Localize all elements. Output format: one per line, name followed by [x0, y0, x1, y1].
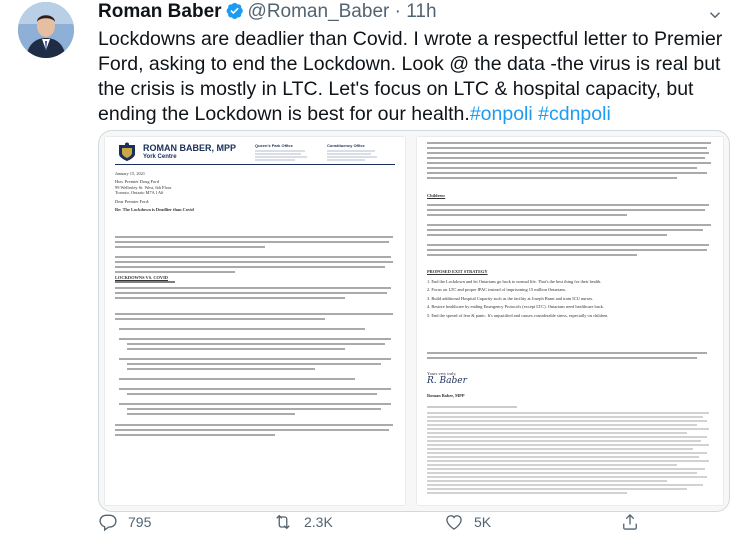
reply-action[interactable]: 795: [98, 512, 151, 532]
signature: R. Baber: [427, 376, 467, 386]
letterhead-name: ROMAN BABER, MPP: [143, 143, 237, 153]
office-1-title: Queen's Park Office: [255, 143, 293, 148]
closing-paragraph-lines: [427, 352, 707, 359]
exit-item-1: 1. End the Lockdown and let Ontarians go…: [427, 279, 602, 284]
letter-page-1: ROMAN BABER, MPP York Centre Queen's Par…: [105, 137, 405, 505]
letter-closing: Yours very truly,: [427, 371, 457, 376]
salutation: Dear Premier Ford:: [115, 198, 150, 204]
like-icon[interactable]: [444, 512, 464, 532]
re-line: Re: The Lockdown is Deadlier than Covid: [115, 207, 194, 213]
letterhead-rule: [115, 164, 395, 165]
section-children: Children:: [427, 193, 446, 198]
letter-heading-block: January 15, 2021 Hon. Premier Doug Ford …: [115, 171, 395, 215]
exit-item-2: 2. Focus on LTC and proper IPAC instead …: [427, 287, 567, 293]
like-action[interactable]: 5K: [444, 512, 491, 532]
hashtag-onpoli[interactable]: #onpoli: [470, 103, 533, 125]
tweet-body: Lockdowns are deadlier than Covid. I wro…: [98, 28, 723, 125]
letter-page-2: Children: PROPOSED EXIT STRATEGY 1. End …: [417, 137, 723, 505]
retweet-icon[interactable]: [272, 512, 294, 532]
tweet-text: Lockdowns are deadlier than Covid. I wro…: [98, 27, 728, 127]
retweet-count: 2.3K: [304, 514, 333, 530]
author-name[interactable]: Roman Baber: [98, 1, 222, 22]
reply-icon[interactable]: [98, 512, 118, 532]
hashtag-cdnpoli[interactable]: #cdnpoli: [538, 103, 611, 125]
letter-date: January 15, 2021: [115, 171, 146, 176]
exit-item-4: 4. Restore healthcare by ending Emergenc…: [427, 304, 604, 310]
footnotes-lines: [427, 406, 709, 494]
letter-image[interactable]: ROMAN BABER, MPP York Centre Queen's Par…: [98, 130, 730, 512]
children-paragraph-lines: [427, 204, 711, 256]
retweet-action[interactable]: 2.3K: [272, 512, 333, 532]
signoff-name: Roman Baber, MPP: [427, 393, 465, 398]
exit-item-3: 3. Build additional Hospital Capacity su…: [427, 295, 594, 301]
tweet-actions: 795 2.3K 5K: [98, 512, 728, 534]
constituency-office: Constituency Office: [327, 143, 382, 164]
reply-count: 795: [128, 514, 152, 530]
verified-badge-icon: [225, 1, 244, 26]
letterhead-riding: York Centre: [143, 154, 177, 160]
share-icon[interactable]: [620, 512, 640, 532]
share-action[interactable]: [620, 512, 640, 532]
section-exit-strategy: PROPOSED EXIT STRATEGY: [427, 269, 488, 274]
like-count: 5K: [474, 514, 492, 530]
office-2-title: Constituency Office: [327, 143, 365, 148]
exit-item-5: 5. End the spread of fear & panic. It's …: [427, 312, 609, 318]
queens-park-office: Queen's Park Office: [255, 143, 310, 164]
addressee-3: Toronto, Ontario M7A 1A6: [115, 190, 164, 196]
author-handle[interactable]: @Roman_Baber: [248, 1, 390, 22]
tweet-timestamp[interactable]: 11h: [406, 1, 436, 22]
crest-icon: [119, 142, 135, 161]
separator-dot: ·: [394, 1, 401, 22]
avatar[interactable]: [18, 2, 74, 58]
section-lockdowns-vs-covid: LOCKDOWNS VS. COVID: [115, 275, 168, 280]
page-2-intro-lines: [427, 142, 711, 179]
exit-strategy-list: 1. End the Lockdown and let Ontarians go…: [427, 279, 713, 321]
tweet-header: Roman Baber @Roman_Baber · 11h: [98, 1, 437, 26]
more-options-icon[interactable]: [706, 6, 724, 29]
